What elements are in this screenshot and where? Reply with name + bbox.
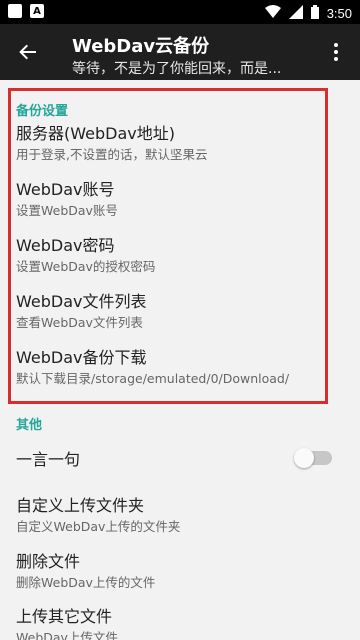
setting-title: 上传其它文件: [16, 607, 113, 626]
page-title: WebDav云备份: [72, 36, 210, 57]
setting-webdav-backup-download[interactable]: WebDav备份下载 默认下载目录/storage/emulated/0/Dow…: [16, 348, 346, 388]
battery-icon: [310, 4, 319, 23]
setting-subtitle: 设置WebDav的授权密码: [16, 259, 156, 274]
setting-title: 自定义上传文件夹: [16, 496, 145, 515]
signal-icon: [288, 4, 303, 23]
a-app-icon: A: [30, 4, 44, 18]
setting-upload-other-files[interactable]: 上传其它文件 WebDav上传文件: [16, 607, 346, 640]
setting-subtitle: 自定义WebDav上传的文件夹: [16, 519, 181, 534]
section-title-backup: 备份设置: [16, 104, 69, 119]
setting-custom-upload-folder[interactable]: 自定义上传文件夹 自定义WebDav上传的文件夹: [16, 496, 346, 536]
notification-icon: [8, 4, 22, 18]
setting-subtitle: 删除WebDav上传的文件: [16, 575, 156, 590]
setting-webdav-password[interactable]: WebDav密码 设置WebDav的授权密码: [16, 236, 346, 276]
setting-webdav-account[interactable]: WebDav账号 设置WebDav账号: [16, 180, 346, 220]
setting-subtitle: 查看WebDav文件列表: [16, 315, 143, 330]
more-options-button[interactable]: [324, 36, 348, 68]
settings-list: 备份设置 服务器(WebDav地址) 用于登录,不设置的话，默认坚果云 WebD…: [0, 80, 360, 640]
daily-quote-toggle[interactable]: [294, 448, 332, 468]
more-vert-icon: [334, 43, 338, 61]
setting-webdav-file-list[interactable]: WebDav文件列表 查看WebDav文件列表: [16, 292, 346, 332]
setting-title: 删除文件: [16, 552, 81, 571]
setting-delete-files[interactable]: 删除文件 删除WebDav上传的文件: [16, 552, 346, 592]
setting-subtitle: 设置WebDav账号: [16, 203, 118, 218]
status-time: 3:50: [326, 6, 352, 21]
page-subtitle: 等待，不是为了你能回来，而是...: [72, 61, 282, 77]
back-button[interactable]: [12, 36, 44, 68]
setting-title: WebDav密码: [16, 236, 115, 255]
setting-subtitle: 默认下载目录/storage/emulated/0/Download/: [16, 371, 290, 386]
setting-subtitle: WebDav上传文件: [16, 630, 118, 640]
setting-title: WebDav备份下载: [16, 348, 147, 367]
setting-title: WebDav账号: [16, 180, 115, 199]
setting-title: WebDav文件列表: [16, 292, 147, 311]
wifi-icon: [264, 4, 281, 23]
status-bar: A 3:50: [0, 0, 360, 24]
section-title-other: 其他: [16, 418, 43, 433]
arrow-back-icon: [19, 44, 36, 60]
setting-server-url[interactable]: 服务器(WebDav地址) 用于登录,不设置的话，默认坚果云: [16, 124, 346, 164]
setting-title: 服务器(WebDav地址): [16, 124, 175, 143]
toggle-knob: [294, 448, 314, 468]
toolbar: WebDav云备份 等待，不是为了你能回来，而是...: [0, 24, 360, 80]
setting-subtitle: 用于登录,不设置的话，默认坚果云: [16, 147, 208, 162]
